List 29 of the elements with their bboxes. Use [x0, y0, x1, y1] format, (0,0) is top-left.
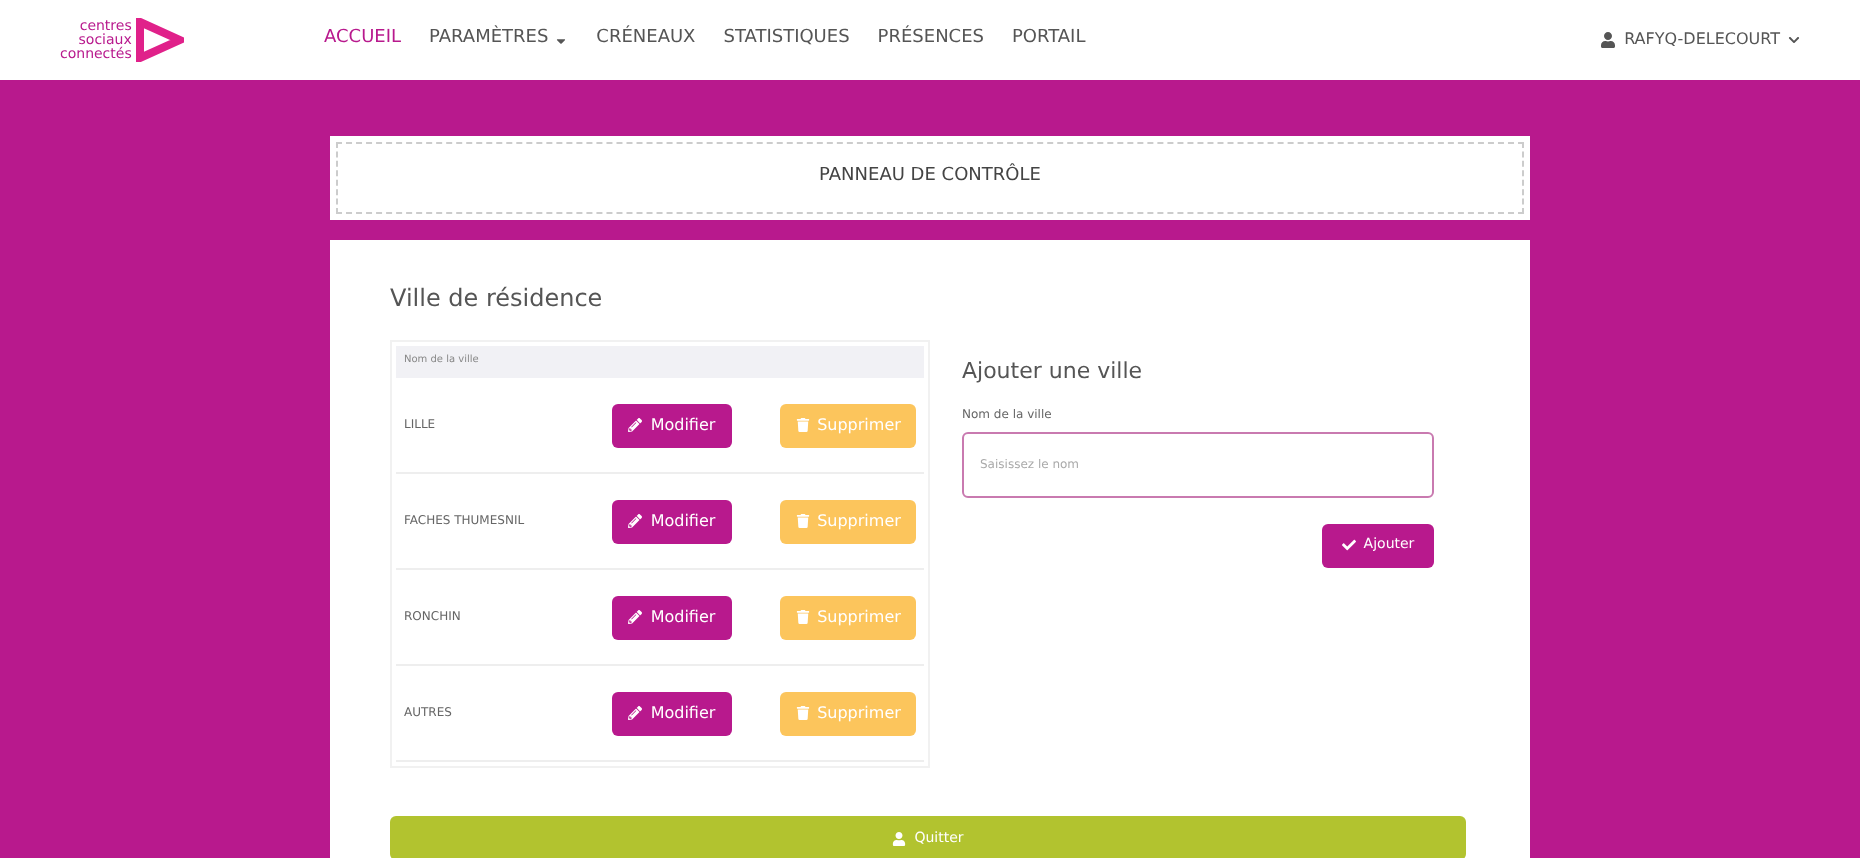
- section-title: Ville de résidence: [390, 282, 605, 316]
- trash-icon: [795, 610, 810, 624]
- nav-link[interactable]: STATISTIQUES: [723, 26, 850, 54]
- form-title: Ajouter une ville: [962, 356, 1145, 388]
- check-icon: [1341, 538, 1356, 552]
- user-name: RAFYQ-DELECOURT: [1624, 28, 1780, 52]
- pencil-icon: [628, 706, 643, 720]
- pencil-icon: [628, 514, 643, 528]
- nav-link[interactable]: CRÉNEAUX: [596, 26, 696, 54]
- trash-icon: [795, 514, 810, 528]
- user-menu[interactable]: RAFYQ-DELECOURT: [1600, 28, 1800, 52]
- caret-icon: [1788, 34, 1800, 46]
- user-icon: [1600, 32, 1617, 48]
- nav-link[interactable]: PORTAIL: [1011, 26, 1086, 54]
- edit-button[interactable]: Modifier: [612, 595, 732, 639]
- triangle-logo-icon: [135, 18, 184, 62]
- trash-icon: [795, 418, 810, 432]
- panel-header: PANNEAU DE CONTRÔLE: [336, 142, 1524, 214]
- nav-link[interactable]: PRÉSENCES: [877, 26, 984, 54]
- pencil-icon: [628, 610, 643, 624]
- edit-button[interactable]: Modifier: [612, 499, 732, 543]
- nav-link[interactable]: PARAMÈTRES: [429, 26, 569, 54]
- caret-icon: [554, 33, 569, 47]
- edit-button[interactable]: Modifier: [612, 691, 732, 735]
- edit-button[interactable]: Modifier: [612, 403, 732, 447]
- nav-link[interactable]: ACCUEIL: [324, 26, 402, 54]
- pencil-icon: [628, 418, 643, 432]
- user-icon: [892, 831, 907, 845]
- trash-icon: [795, 706, 810, 720]
